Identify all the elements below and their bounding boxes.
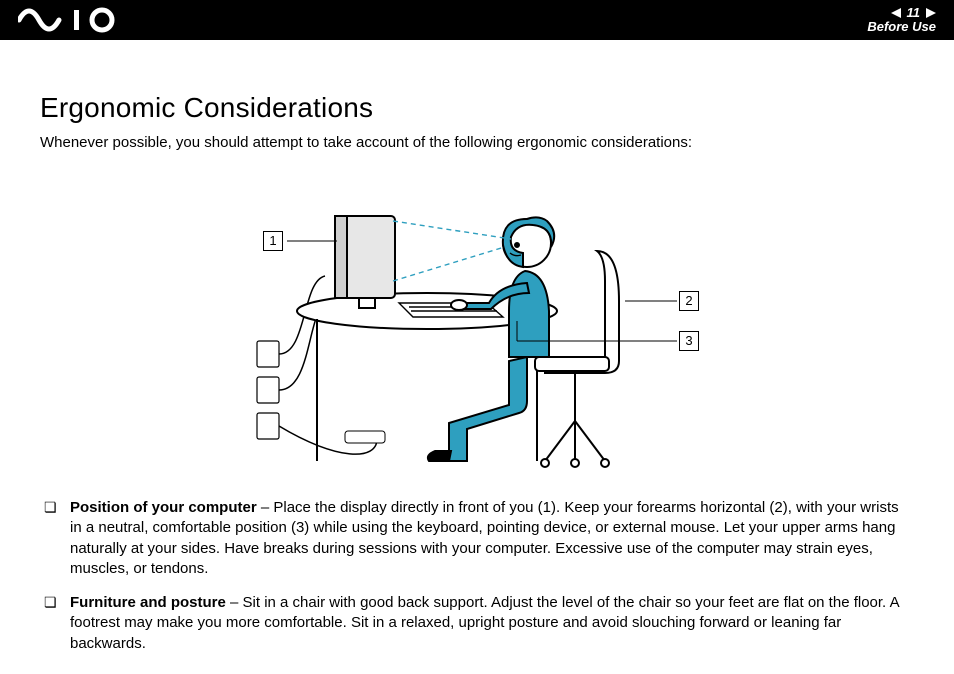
header-bar: 11 Before Use (0, 0, 954, 40)
page-number: 11 (907, 6, 921, 20)
section-label: Before Use (867, 20, 936, 34)
page-navigator: 11 (891, 6, 937, 20)
list-item: Furniture and posture – Sit in a chair w… (40, 593, 914, 654)
ergonomics-illustration: 1 2 3 (227, 161, 727, 471)
bullet-lead: Position of your computer (70, 499, 257, 516)
vaio-logo (18, 0, 128, 40)
callout-1: 1 (263, 231, 283, 251)
callout-2: 2 (679, 291, 699, 311)
bullet-lead: Furniture and posture (70, 594, 226, 611)
next-page-icon[interactable] (926, 8, 936, 18)
intro-text: Whenever possible, you should attempt to… (40, 134, 914, 151)
page-title: Ergonomic Considerations (40, 92, 914, 124)
callout-3: 3 (679, 331, 699, 351)
page-content: Ergonomic Considerations Whenever possib… (0, 40, 954, 654)
ergonomics-figure: 1 2 3 (227, 161, 727, 476)
bullet-list: Position of your computer – Place the di… (40, 498, 914, 654)
header-right: 11 Before Use (867, 6, 936, 35)
prev-page-icon[interactable] (891, 8, 901, 18)
vaio-logo-icon (18, 7, 128, 33)
list-item: Position of your computer – Place the di… (40, 498, 914, 579)
